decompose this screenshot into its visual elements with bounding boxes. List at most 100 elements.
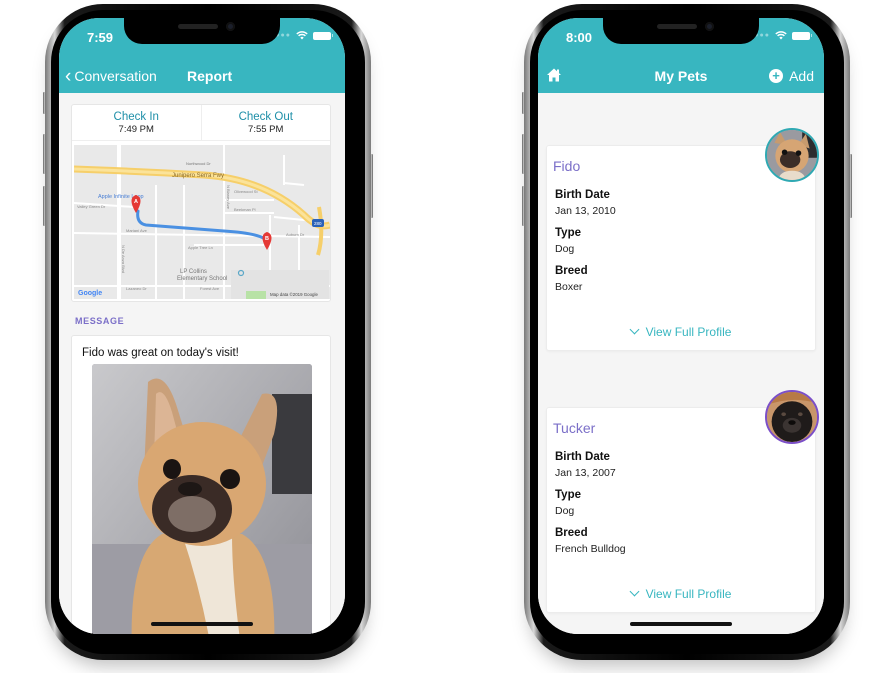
message-card: Fido was great on today's visit! [71, 335, 331, 634]
field-label: Breed [555, 527, 588, 539]
field-breed: Breed French Bulldog [555, 526, 626, 557]
volume-up-button [522, 134, 525, 174]
view-full-profile-button[interactable]: View Full Profile [547, 586, 815, 601]
power-button [849, 154, 852, 218]
map-label-mariani: Mariani Ave [126, 228, 148, 233]
field-label: Type [555, 227, 581, 239]
mute-switch [522, 92, 525, 114]
map-attribution: Map data ©2019 Google [270, 292, 318, 297]
map-label-apple-tree: Apple Tree Ln [188, 245, 213, 250]
pet-name: Fido [553, 158, 581, 174]
pet-avatar-tucker[interactable] [765, 390, 819, 444]
phone-report: 7:59 ●●●● ‹ Conversation Report Check In [43, 4, 373, 660]
status-time: 7:59 [87, 30, 114, 45]
google-logo: Google [78, 290, 102, 297]
notch [124, 18, 280, 44]
check-in-label: Check In [113, 111, 159, 123]
back-button[interactable]: ‹ Conversation [65, 67, 157, 86]
map-label-beekman: Beekman Pl [234, 207, 256, 212]
field-label: Type [555, 489, 581, 501]
field-value: Dog [555, 505, 575, 517]
check-in-time: 7:49 PM [118, 124, 154, 135]
volume-down-button [43, 186, 46, 226]
add-label: Add [789, 68, 814, 84]
nav-bar: My Pets + Add [538, 64, 824, 88]
phone-my-pets: 8:00 ●●●● My Pets + Add Fido Birth Date … [522, 4, 852, 660]
nav-bar: ‹ Conversation Report [59, 64, 345, 88]
field-birth-date: Birth Date Jan 13, 2007 [555, 450, 626, 481]
view-profile-label: View Full Profile [645, 325, 732, 339]
map-label-lazaneo: Lazaneo Dr [126, 286, 147, 291]
pet-avatar-fido[interactable] [765, 128, 819, 182]
svg-text:A: A [134, 199, 138, 205]
message-text: Fido was great on today's visit! [82, 347, 239, 359]
battery-icon [792, 31, 812, 40]
chevron-down-icon [629, 324, 640, 335]
status-icons: ●●●● [749, 31, 812, 40]
fido-photo [767, 130, 817, 180]
map-canvas: Northwood Dr Junipero Serra Fwy Apple In… [74, 145, 330, 299]
wifi-icon [296, 31, 308, 40]
map-label-de-anza: N De Anza Blvd [121, 245, 126, 273]
field-value: Jan 13, 2007 [555, 467, 616, 479]
map-label-school: Elementary School [177, 276, 227, 282]
check-times: Check In 7:49 PM Check Out 7:55 PM [72, 105, 330, 141]
map-label-valley-green: Valley Green Dr [77, 204, 106, 209]
svg-text:B: B [265, 236, 269, 242]
check-out-label: Check Out [238, 111, 293, 123]
check-out-time: 7:55 PM [248, 124, 284, 135]
field-label: Birth Date [555, 189, 610, 201]
pets-list: Fido Birth Date Jan 13, 2010 Type Dog Br… [538, 93, 824, 634]
screen-report: 7:59 ●●●● ‹ Conversation Report Check In [59, 18, 345, 634]
notch [603, 18, 759, 44]
home-indicator[interactable] [630, 622, 732, 626]
check-out: Check Out 7:55 PM [200, 105, 331, 140]
field-breed: Breed Boxer [555, 264, 616, 295]
pet-name: Tucker [553, 420, 596, 436]
wifi-icon [775, 31, 787, 40]
home-indicator[interactable] [151, 622, 253, 626]
status-icons: ●●●● [270, 31, 333, 40]
view-profile-label: View Full Profile [645, 587, 732, 601]
mute-switch [43, 92, 46, 114]
status-time: 8:00 [566, 30, 593, 45]
page-title: My Pets [654, 68, 708, 84]
interstate-shield: 280 [314, 221, 322, 226]
power-button [370, 154, 373, 218]
map-label-freeway: Junipero Serra Fwy [172, 173, 224, 179]
tucker-photo [767, 392, 817, 442]
field-type: Type Dog [555, 226, 616, 257]
add-pet-button[interactable]: + Add [769, 68, 814, 84]
back-label: Conversation [74, 68, 157, 84]
map-label-blaney: N Blaney Ave [226, 185, 231, 210]
pet-fields: Birth Date Jan 13, 2010 Type Dog Breed B… [555, 188, 616, 302]
map-label-auburn: Auburn Dr [286, 232, 305, 237]
map-label-forest: Forest Ave [200, 286, 220, 291]
volume-up-button [43, 134, 46, 174]
plus-circle-icon: + [769, 69, 784, 83]
page-title: Report [187, 68, 233, 84]
french-bulldog-image [92, 364, 312, 634]
screen-my-pets: 8:00 ●●●● My Pets + Add Fido Birth Date … [538, 18, 824, 634]
chevron-down-icon [629, 586, 640, 597]
view-full-profile-button[interactable]: View Full Profile [547, 324, 815, 339]
field-birth-date: Birth Date Jan 13, 2010 [555, 188, 616, 219]
field-label: Breed [555, 265, 588, 277]
field-type: Type Dog [555, 488, 626, 519]
map-label-northwood: Northwood Dr [186, 161, 211, 166]
route-map[interactable]: Northwood Dr Junipero Serra Fwy Apple In… [74, 145, 330, 299]
field-value: Boxer [555, 281, 583, 293]
field-value: Jan 13, 2010 [555, 205, 616, 217]
field-label: Birth Date [555, 451, 610, 463]
pet-fields: Birth Date Jan 13, 2007 Type Dog Breed F… [555, 450, 626, 564]
battery-icon [313, 31, 333, 40]
field-value: French Bulldog [555, 543, 626, 555]
report-content: Check In 7:49 PM Check Out 7:55 PM North… [59, 93, 345, 634]
message-section-label: MESSAGE [75, 316, 125, 326]
check-card: Check In 7:49 PM Check Out 7:55 PM North… [71, 104, 331, 302]
home-icon[interactable] [546, 67, 562, 83]
check-in: Check In 7:49 PM [72, 105, 201, 140]
volume-down-button [522, 186, 525, 226]
dog-photo[interactable] [92, 364, 312, 634]
field-value: Dog [555, 243, 575, 255]
